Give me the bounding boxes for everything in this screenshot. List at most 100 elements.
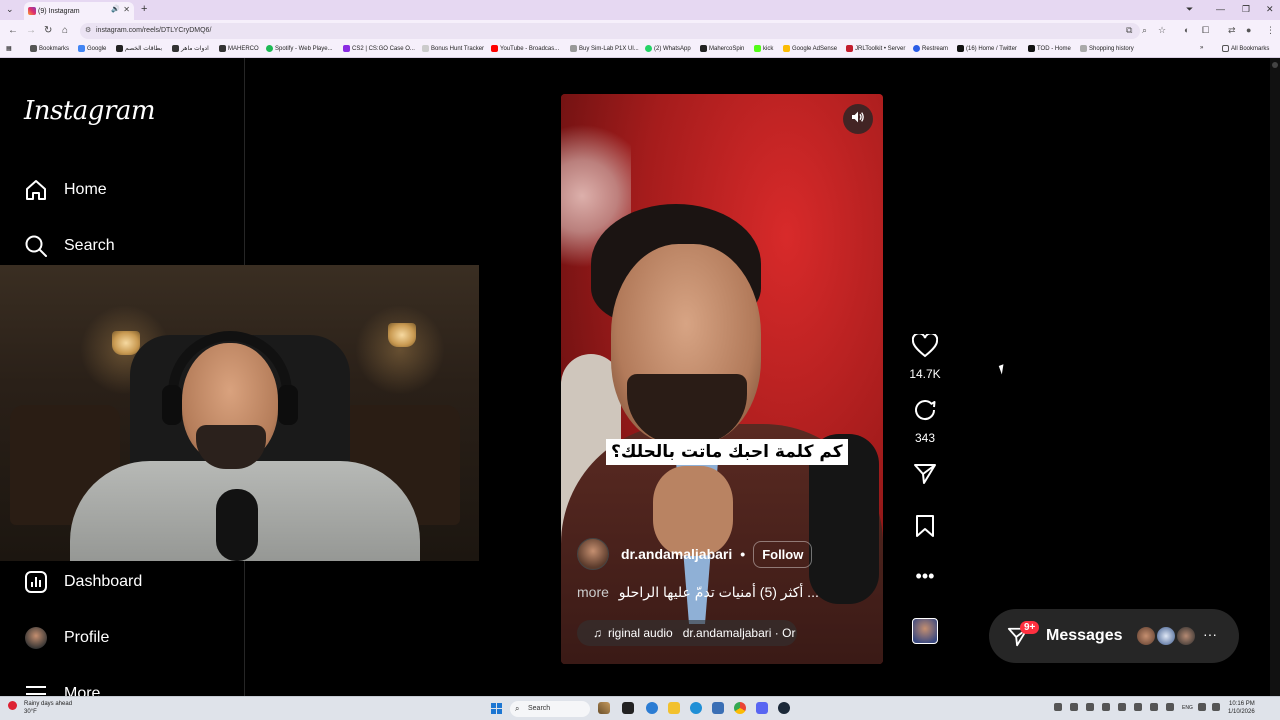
bookmark-item[interactable]: Shopping history [1080, 45, 1134, 52]
tray-icon[interactable] [1118, 703, 1126, 711]
bookmark-item[interactable]: Google [78, 45, 106, 52]
file-explorer-icon[interactable] [668, 702, 680, 714]
bookmark-item[interactable]: MAHERCO [219, 45, 259, 52]
tab-search-icon[interactable]: ⌄ [6, 4, 14, 15]
comment-action[interactable]: 343 [910, 398, 940, 445]
sound-toggle-button[interactable] [843, 104, 873, 134]
minimize-button[interactable]: — [1216, 4, 1225, 14]
sidebar-item-dashboard[interactable]: Dashboard [24, 570, 142, 594]
reel-description: more أكثر (5) أمنيات تدمّ عليها الراحلو … [577, 584, 819, 601]
steam-icon[interactable] [778, 702, 790, 714]
forward-icon[interactable]: → [26, 25, 36, 36]
bookmark-item[interactable]: kick [754, 45, 773, 52]
close-window-button[interactable]: ✕ [1266, 4, 1274, 15]
bookmark-item[interactable]: Bonus Hunt Tracker [422, 45, 484, 52]
tray-icon[interactable] [1086, 703, 1094, 711]
bookmark-item[interactable]: (16) Home / Twitter [957, 45, 1017, 52]
home-browser-icon[interactable]: ⌂ [62, 25, 68, 36]
reel-video[interactable]: كم كلمة احبك ماتت بالحلك؟ dr.andamaljaba… [561, 94, 883, 664]
bookmark-item[interactable]: TOD - Home [1028, 45, 1071, 52]
share-action[interactable] [910, 462, 940, 489]
bookmark-item[interactable]: Google AdSense [783, 45, 837, 52]
chrome-icon[interactable] [734, 702, 746, 714]
clock[interactable]: 10:16 PM 1/10/2026 [1228, 700, 1255, 716]
bookmark-item[interactable]: JRLToolkit • Server [846, 45, 905, 52]
taskbar-search[interactable]: ⌕ Search [510, 701, 590, 717]
start-button-icon[interactable] [491, 703, 502, 714]
task-view-icon[interactable] [622, 702, 634, 714]
bookmark-icon[interactable] [914, 514, 936, 541]
maximize-button[interactable]: ❐ [1242, 4, 1250, 15]
tray-icon[interactable] [1134, 703, 1142, 711]
new-tab-button[interactable]: + [141, 3, 147, 15]
volume-icon[interactable] [1212, 703, 1220, 711]
audio-author: dr.andamaljabari · Or [682, 626, 796, 640]
sidebar-item-more[interactable]: More [24, 682, 100, 696]
bookmark-item[interactable]: Buy Sim-Lab P1X Ul... [570, 45, 639, 52]
avatar [24, 626, 48, 650]
messages-more-icon[interactable]: ··· [1203, 626, 1217, 642]
bookmark-item[interactable]: MahercoSpin [700, 45, 744, 52]
more-link[interactable]: more [577, 584, 609, 600]
user-avatar-icon[interactable]: ● [1246, 25, 1251, 35]
bookmark-item[interactable]: Bookmarks [30, 45, 69, 52]
bookmark-item[interactable]: CS2 | CS:GO Case O... [343, 45, 415, 52]
author-avatar[interactable] [577, 538, 609, 570]
taskbar-app-icon[interactable] [646, 702, 658, 714]
tab-close-icon[interactable]: ✕ [123, 5, 130, 14]
url-field[interactable]: ⚙ instagram.com/reels/DTLYCryDMQ6/ [80, 23, 1140, 39]
bookmarks-overflow-icon[interactable]: » [1200, 45, 1203, 51]
sidebar-item-search[interactable]: Search [24, 234, 115, 258]
browser-tab[interactable]: (9) Instagram 🔊 ✕ [24, 2, 134, 20]
language-indicator[interactable]: ENG [1182, 705, 1193, 711]
wifi-icon[interactable] [1198, 703, 1206, 711]
sidebar-item-profile[interactable]: Profile [24, 626, 109, 650]
heart-icon[interactable] [911, 332, 939, 361]
bookmark-star-icon[interactable]: ☆ [1158, 25, 1166, 36]
apps-icon[interactable]: ▦ [6, 45, 12, 52]
bookmark-item[interactable]: ادوات ماهر [172, 45, 209, 52]
comment-icon[interactable] [913, 398, 937, 425]
more-dots-icon[interactable]: ••• [916, 566, 935, 587]
cast-icon[interactable]: ⇄ [1228, 25, 1236, 36]
author-username[interactable]: dr.andamaljabari [621, 546, 732, 562]
share-icon[interactable] [913, 462, 937, 489]
messages-widget[interactable]: 9+ Messages ··· [989, 609, 1239, 663]
edge-icon[interactable] [690, 702, 702, 714]
extension-icon[interactable]: ◐ [1184, 25, 1189, 35]
sidebar-item-home[interactable]: Home [24, 178, 107, 202]
site-info-icon[interactable]: ⚙ [85, 23, 91, 39]
page-scrollbar[interactable] [1270, 58, 1280, 696]
scrollbar-arrow[interactable] [1272, 62, 1278, 68]
bookmark-item[interactable]: بطاقات الخصم [116, 45, 162, 52]
discord-icon[interactable] [756, 702, 768, 714]
profile-icon[interactable]: ⏷ [1186, 4, 1193, 15]
follow-button[interactable]: Follow [753, 540, 813, 568]
bookmark-item[interactable]: YouTube - Broadcas... [491, 45, 559, 52]
tab-audio-icon[interactable]: 🔊 [111, 5, 120, 13]
back-icon[interactable]: ← [8, 25, 18, 36]
all-bookmarks[interactable]: All Bookmarks [1222, 45, 1269, 52]
zoom-icon[interactable]: ⌕ [1142, 25, 1147, 36]
bookmark-item[interactable]: Spotify - Web Playe... [266, 45, 333, 52]
bookmark-item[interactable]: (2) WhatsApp [645, 45, 691, 52]
taskbar-app-icon[interactable] [598, 702, 610, 714]
reload-icon[interactable]: ↻ [44, 25, 52, 36]
tray-icon[interactable] [1070, 703, 1078, 711]
install-icon[interactable]: ⧉ [1126, 25, 1132, 36]
audio-thumbnail[interactable] [912, 618, 938, 644]
extensions-puzzle-icon[interactable]: ⧠ [1202, 25, 1209, 36]
browser-menu-icon[interactable]: ⋮ [1266, 25, 1275, 36]
like-action[interactable]: 14.7K [909, 332, 941, 381]
tray-icon[interactable] [1166, 703, 1174, 711]
weather-widget[interactable]: Rainy days ahead 30°F [8, 700, 72, 716]
bookmark-item[interactable]: Restream [913, 45, 948, 52]
save-action[interactable] [910, 514, 940, 541]
tray-icon[interactable] [1054, 703, 1062, 711]
tray-icon[interactable] [1102, 703, 1110, 711]
audio-pill[interactable]: ♫ riginal audio dr.andamaljabari · Or [577, 620, 797, 646]
instagram-logo[interactable]: Instagram [24, 96, 156, 126]
tray-icon[interactable] [1150, 703, 1158, 711]
more-options-action[interactable]: ••• [910, 566, 940, 587]
taskbar-app-icon[interactable] [712, 702, 724, 714]
